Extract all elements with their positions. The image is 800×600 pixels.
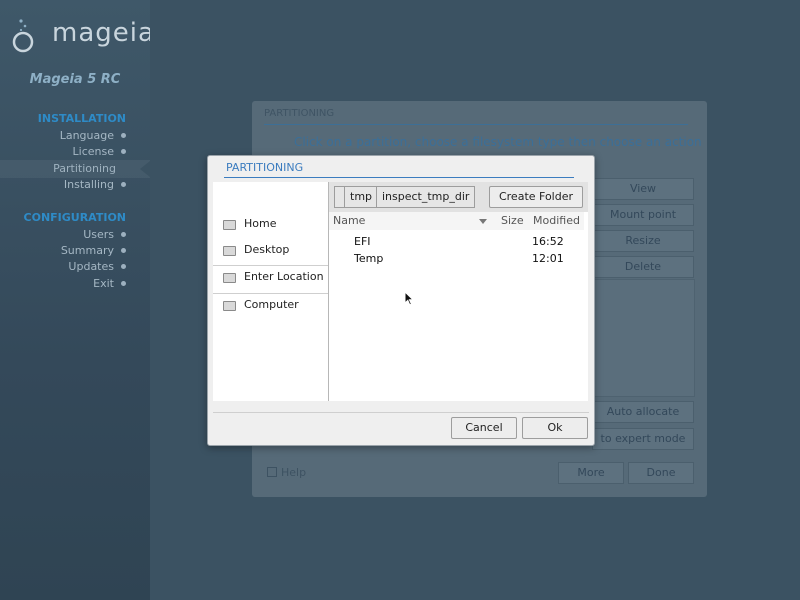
step-summary: Summary (60, 244, 114, 257)
column-name-header[interactable]: Name (329, 212, 498, 230)
column-modified-label: Modified (533, 214, 580, 227)
step-exit: Exit (93, 277, 114, 290)
step-updates: Updates (68, 260, 114, 273)
file-name: Temp (354, 252, 384, 265)
bg-partition-area (590, 279, 695, 397)
step-users-dot (121, 232, 126, 237)
step-language: Language (59, 129, 114, 142)
bg-help-link: Help (267, 466, 306, 479)
bg-expert-mode-button: to expert mode (592, 428, 694, 450)
sort-down-icon (479, 219, 487, 224)
column-modified-header[interactable]: Modified (533, 212, 584, 230)
places-separator (213, 265, 328, 266)
cancel-button[interactable]: Cancel (451, 417, 517, 439)
places-sidebar: Home Desktop Enter Location Computer (213, 182, 329, 401)
place-computer[interactable]: Computer (213, 294, 328, 316)
step-language-dot (121, 133, 126, 138)
file-modified: 16:52 (532, 235, 564, 248)
drive-icon (223, 220, 236, 230)
column-size-header[interactable]: Size (497, 212, 534, 230)
bg-resize-button: Resize (592, 230, 694, 252)
path-crumb-tmp[interactable]: tmp (344, 186, 379, 208)
installer-sidebar: mageia Mageia 5 RC INSTALLATION Language… (0, 0, 154, 600)
file-name: EFI (354, 235, 371, 248)
dialog-bottom-separator (213, 412, 589, 413)
bg-done-button: Done (628, 462, 694, 484)
column-name-label: Name (333, 214, 366, 227)
place-desktop[interactable]: Desktop (213, 239, 328, 261)
bg-delete-button: Delete (592, 256, 694, 278)
step-updates-dot (121, 264, 126, 269)
step-partitioning: Partitioning (53, 162, 116, 175)
dialog-title: PARTITIONING (226, 161, 304, 174)
help-icon (267, 467, 277, 477)
installation-heading: INSTALLATION (37, 112, 126, 125)
bg-mount-point-button: Mount point (592, 204, 694, 226)
step-summary-dot (121, 248, 126, 253)
bg-help-label: Help (281, 466, 307, 479)
active-step-arrow (140, 161, 150, 177)
column-size-label: Size (501, 214, 524, 227)
file-row[interactable]: EFI 16:52 (329, 233, 588, 250)
drive-icon (223, 273, 236, 283)
release-name: Mageia 5 RC (29, 72, 121, 87)
step-installing: Installing (63, 178, 114, 191)
path-crumb-inspect-tmp-dir[interactable]: inspect_tmp_dir (376, 186, 476, 208)
file-list: Name Size Modified EFI 16:52 Temp 12:01 (329, 212, 588, 401)
configuration-heading: CONFIGURATION (23, 211, 126, 224)
path-bar: tmp inspect_tmp_dir Create Folder (329, 182, 588, 212)
dialog-title-rule (224, 177, 574, 178)
logo-text: mageia (52, 18, 155, 48)
place-computer-label: Computer (244, 298, 299, 311)
create-folder-button[interactable]: Create Folder (489, 186, 583, 208)
bg-auto-allocate-button: Auto allocate (592, 401, 694, 423)
bg-hint-text: Click on a partition, choose a filesyste… (294, 135, 702, 149)
step-license: License (72, 145, 114, 158)
place-enter-location[interactable]: Enter Location (213, 266, 328, 288)
bg-more-button: More (558, 462, 624, 484)
step-exit-dot (121, 281, 126, 286)
ok-button[interactable]: Ok (522, 417, 588, 439)
file-chooser-dialog: PARTITIONING Home Desktop Enter Location… (207, 155, 595, 446)
place-enter-location-label: Enter Location (244, 270, 324, 283)
bg-panel-title: PARTITIONING (264, 108, 335, 119)
file-modified: 12:01 (532, 252, 564, 265)
place-desktop-label: Desktop (244, 243, 290, 256)
bg-title-rule (264, 124, 688, 125)
bg-view-button: View (592, 178, 694, 200)
step-installing-dot (121, 182, 126, 187)
drive-icon (223, 246, 236, 256)
file-row[interactable]: Temp 12:01 (329, 250, 588, 267)
drive-icon (223, 301, 236, 311)
mouse-cursor-icon (404, 291, 414, 306)
step-license-dot (121, 149, 126, 154)
place-home[interactable]: Home (213, 213, 328, 235)
mageia-logo: mageia (12, 18, 154, 58)
place-home-label: Home (244, 217, 277, 230)
step-users: Users (83, 228, 114, 241)
mageia-logo-icon (12, 19, 34, 53)
